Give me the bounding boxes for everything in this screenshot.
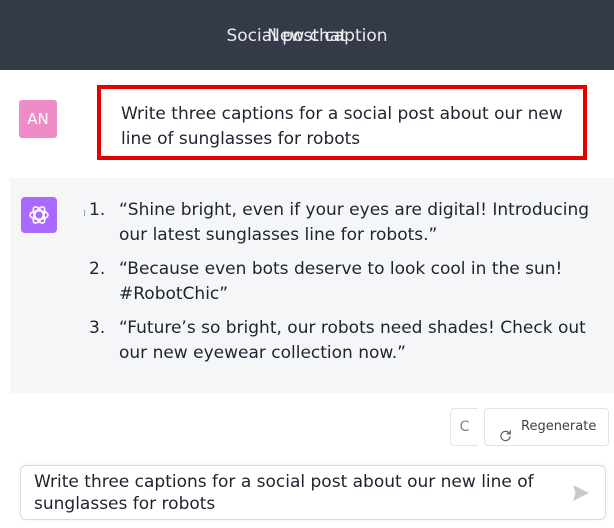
regenerate-button[interactable]: Regenerate (484, 408, 609, 446)
regenerate-label: Regenerate (521, 419, 597, 434)
list-item-text: “Future’s so bright, our robots need sha… (119, 318, 586, 363)
copy-button-label: C (459, 419, 470, 435)
list-item-number: 2. (89, 259, 106, 279)
openai-logo-icon (21, 197, 57, 233)
send-button[interactable] (570, 482, 592, 504)
response-list: 1. “Shine bright, even if your eyes are … (68, 198, 608, 375)
list-item-text: “Shine bright, even if your eyes are dig… (119, 200, 590, 245)
chat-app: Social post caption New chat AN Write th… (0, 0, 614, 528)
conversation-title-current: New chat (267, 26, 347, 46)
refresh-icon (499, 421, 512, 457)
list-item-number: 1. (89, 200, 106, 220)
user-avatar: AN (19, 100, 57, 138)
highlight-box (97, 85, 587, 160)
assistant-message: 1. “Shine bright, even if your eyes are … (10, 178, 614, 393)
send-arrow-icon (573, 485, 589, 501)
list-item-text: “Because even bots deserve to look cool … (119, 259, 563, 304)
message-input-text[interactable]: Write three captions for a social post a… (34, 471, 544, 515)
list-item-number: 3. (89, 318, 106, 338)
user-message: AN Write three captions for a social pos… (0, 70, 614, 170)
copy-button-partial[interactable]: C (450, 408, 478, 446)
list-item: 1. “Shine bright, even if your eyes are … (68, 198, 608, 248)
header-bar: Social post caption New chat (0, 0, 614, 70)
message-input[interactable]: Write three captions for a social post a… (20, 465, 606, 520)
list-item: 3. “Future’s so bright, our robots need … (68, 316, 608, 366)
list-item: 2. “Because even bots deserve to look co… (68, 257, 608, 307)
